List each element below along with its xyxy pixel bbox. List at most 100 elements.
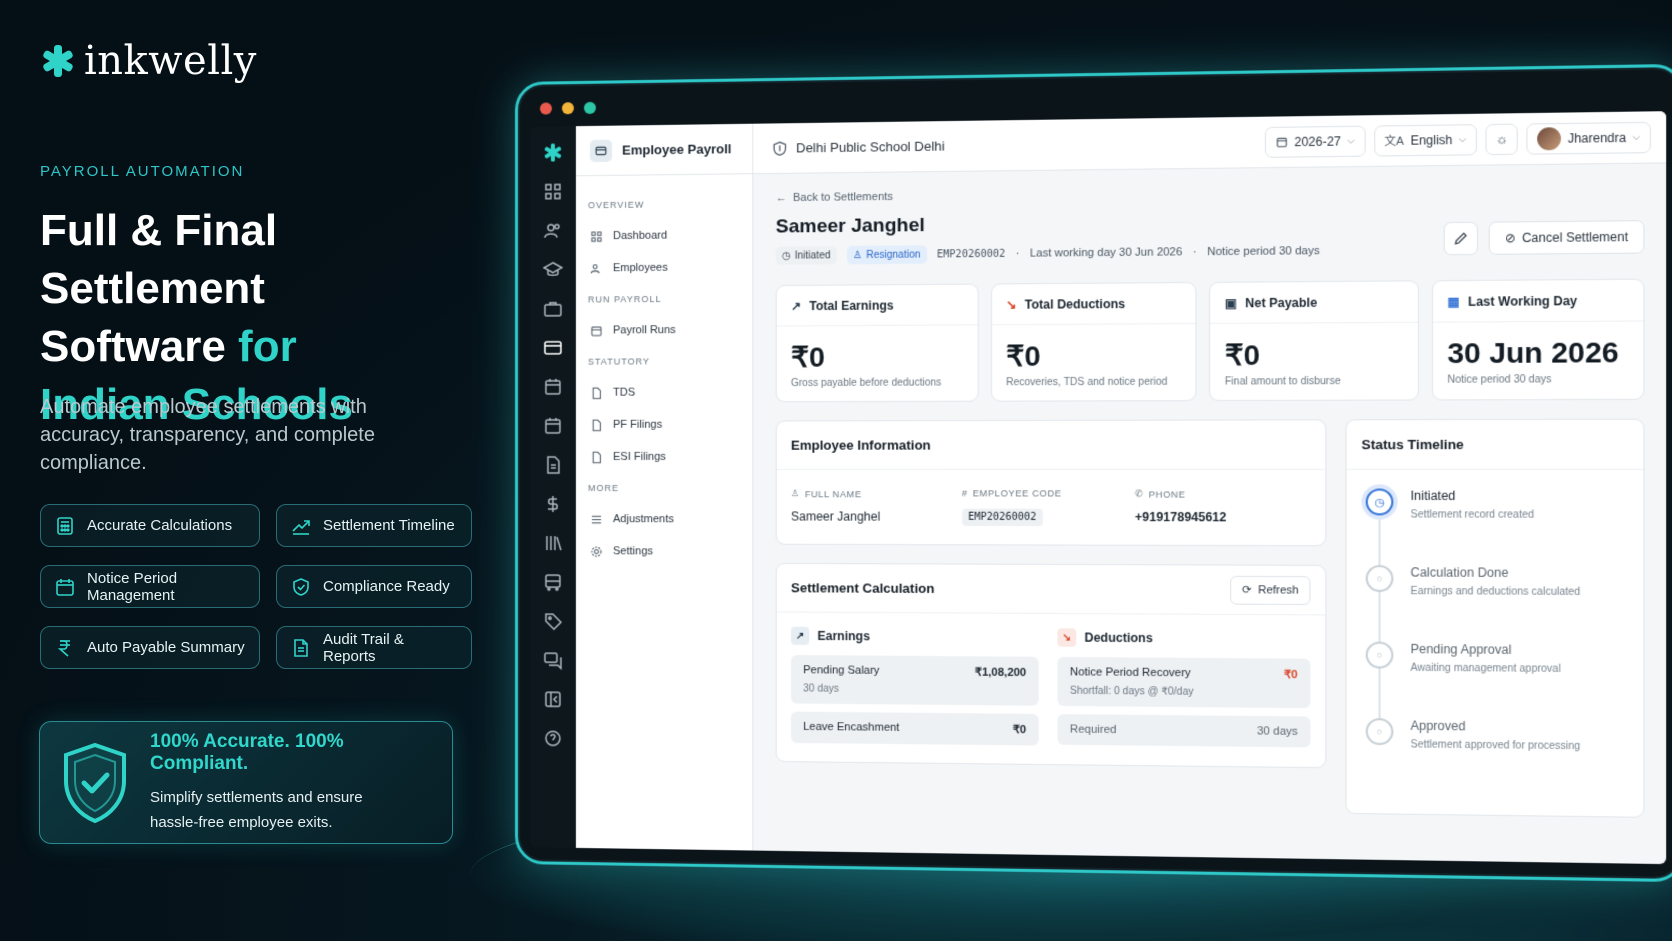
sidebar-item-settings[interactable]: Settings — [588, 535, 740, 568]
status-label: Initiated — [794, 249, 831, 262]
shield-check-icon — [293, 577, 309, 596]
help-icon[interactable] — [543, 728, 563, 748]
wallet-icon: ▣ — [1224, 295, 1237, 311]
calc-columns: ↗ Earnings Pending Salary ₹1,08,200 30 day… — [777, 612, 1326, 767]
hero-title-line1: Full & Final Settlement — [40, 206, 278, 313]
sidebar-section-title: RUN PAYROLL — [587, 293, 662, 305]
cancel-settlement-button[interactable]: ⊘ Cancel Settlement — [1488, 220, 1645, 255]
user-menu[interactable]: Jharendra ⌵ — [1526, 121, 1651, 155]
sliders-icon — [590, 513, 603, 526]
icon-rail — [529, 126, 576, 848]
language-value: English — [1410, 132, 1453, 148]
circle-icon: ○ — [1365, 565, 1394, 593]
row-value: 30 days — [1256, 725, 1298, 738]
clock-icon: ◷ — [1365, 488, 1394, 516]
payroll-card-icon[interactable] — [543, 338, 563, 358]
chat-icon[interactable] — [543, 650, 563, 670]
brand-logo: inkwelly — [40, 38, 257, 84]
hero-title-line2: Software for — [40, 318, 490, 376]
header-actions: ⊘ Cancel Settlement — [1443, 220, 1645, 256]
circle-icon: ○ — [1365, 718, 1394, 746]
trend-up-icon: ↗ — [790, 298, 802, 313]
field-value: +919178945612 — [1134, 509, 1227, 525]
edit-button[interactable] — [1443, 221, 1478, 256]
calculator-icon — [57, 516, 73, 535]
feature-label: Compliance Ready — [323, 578, 450, 595]
calendar-icon — [590, 324, 603, 337]
badge-title: 100% Accurate. 100% Compliant. — [150, 730, 344, 774]
card-title: Total Deductions — [1024, 296, 1126, 312]
deductions-header: ↘ Deductions — [1057, 628, 1310, 648]
deductions-column: ↘ Deductions Notice Period Recovery ₹0 Sho… — [1057, 628, 1311, 756]
back-link-label: Back to Settlements — [792, 190, 894, 205]
tag-icon[interactable] — [543, 611, 563, 631]
language-selector[interactable]: 文A English ⌵ — [1373, 123, 1478, 157]
sidebar-item-label: Employees — [613, 261, 668, 275]
hero-title-plain: Software — [40, 322, 239, 371]
grid-icon[interactable] — [543, 181, 563, 201]
sidebar-item-adjustments[interactable]: Adjustments — [588, 503, 740, 535]
cancel-settlement-label: Cancel Settlement — [1522, 229, 1629, 246]
card-value: ₹0 — [1224, 339, 1261, 372]
sidebar-section-title: MORE — [587, 483, 620, 494]
year-selector[interactable]: 2026-27 ⌵ — [1264, 125, 1366, 158]
timeline-step: ○ Calculation Done Earnings and deduction… — [1365, 565, 1624, 643]
step-subtitle: Awaiting management approval — [1410, 662, 1561, 676]
feature-label: Accurate Calculations — [87, 517, 233, 534]
sidebar-section-title: OVERVIEW — [587, 199, 645, 211]
trend-down-icon: ↘ — [1057, 628, 1077, 647]
theme-toggle[interactable]: ☼ — [1485, 123, 1518, 155]
feature-auto-payable: Auto Payable Summary — [40, 626, 260, 669]
feature-accurate-calculations: Accurate Calculations — [40, 504, 260, 547]
earnings-header: ↗ Earnings — [790, 626, 1039, 647]
grid-icon — [590, 230, 603, 243]
bus-icon[interactable] — [543, 572, 563, 592]
school-selector[interactable]: Delhi Public School Delhi — [753, 138, 945, 157]
employee-code-field: # EMPLOYEE CODE EMP20260002 — [961, 488, 1135, 527]
timeline-step: ◷ Initiated Settlement record created — [1365, 488, 1624, 566]
library-icon[interactable] — [543, 533, 563, 553]
sidebar-item-label: ESI Filings — [613, 450, 666, 463]
badge-line2: hassle-free employee exits. — [150, 813, 333, 831]
feature-label: Settlement Timeline — [323, 517, 455, 534]
timeline-step: ○ Approved Settlement approved for proces… — [1365, 718, 1624, 798]
notice-period: Notice period 30 days — [1207, 244, 1320, 259]
card-subtitle: Recoveries, TDS and notice period — [1006, 376, 1168, 389]
maximize-dot-icon[interactable] — [583, 101, 596, 115]
circle-icon: ○ — [1365, 641, 1394, 669]
window-controls — [539, 101, 596, 115]
sidebar-item-label: Dashboard — [613, 229, 668, 243]
earnings-column: ↗ Earnings Pending Salary ₹1,08,200 30 day… — [790, 626, 1039, 754]
minimize-dot-icon[interactable] — [561, 102, 574, 115]
sidebar: OVERVIEW Dashboard Employees RUN PAYROLL… — [575, 174, 754, 851]
dollar-icon[interactable] — [543, 494, 563, 514]
sidebar-item-payroll-runs[interactable]: Payroll Runs — [588, 314, 740, 347]
collapse-icon[interactable] — [543, 689, 563, 709]
file-text-icon[interactable] — [543, 455, 563, 475]
briefcase-icon[interactable] — [543, 299, 563, 319]
users-icon[interactable] — [543, 221, 563, 241]
close-dot-icon[interactable] — [539, 102, 552, 115]
trend-icon — [292, 519, 310, 535]
back-link[interactable]: ← Back to Settlements — [776, 183, 1645, 205]
graduation-cap-icon[interactable] — [543, 260, 563, 280]
sidebar-item-esi-filings[interactable]: ESI Filings — [588, 441, 740, 473]
row-value: ₹0 — [1012, 723, 1027, 737]
refresh-button[interactable]: ⟳ Refresh — [1230, 575, 1311, 605]
card-value: ₹0 — [790, 341, 825, 373]
asterisk-logo-icon[interactable] — [543, 142, 563, 162]
sidebar-item-dashboard[interactable]: Dashboard — [588, 219, 740, 253]
card-header: ↘ Total Deductions — [991, 282, 1196, 326]
calendar-check-icon[interactable] — [543, 416, 563, 436]
row-sub: Shortfall: 0 days @ ₹0/day — [1069, 685, 1194, 698]
summary-cards: ↗ Total Earnings ₹0 Gross payable before … — [775, 278, 1645, 403]
calendar-icon[interactable] — [543, 377, 563, 397]
sidebar-item-pf-filings[interactable]: PF Filings — [588, 408, 740, 440]
step-title: Approved — [1410, 718, 1466, 734]
card-title: Net Payable — [1245, 294, 1318, 310]
file-text-icon — [590, 418, 603, 431]
card-value: ₹0 — [1006, 340, 1041, 373]
sidebar-item-tds[interactable]: TDS — [588, 376, 740, 409]
feature-label: Notice Period Management — [87, 569, 178, 604]
sidebar-item-employees[interactable]: Employees — [588, 251, 740, 284]
